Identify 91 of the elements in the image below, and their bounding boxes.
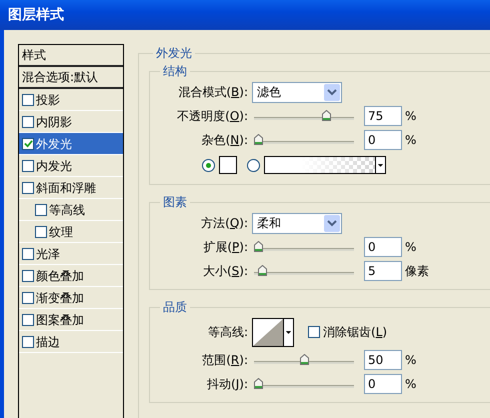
field-label: 混合模式(B): bbox=[178, 85, 248, 99]
style-item[interactable]: 斜面和浮雕 bbox=[19, 177, 123, 199]
dropdown[interactable]: 柔和 bbox=[252, 212, 342, 234]
unit-label: 像素 bbox=[405, 263, 429, 280]
slider-thumb[interactable] bbox=[300, 354, 308, 365]
field-label: 扩展(P): bbox=[203, 240, 248, 254]
checkbox[interactable] bbox=[22, 160, 34, 172]
checkbox[interactable] bbox=[22, 138, 34, 150]
value-field[interactable]: 0 bbox=[364, 237, 402, 257]
radio-button[interactable] bbox=[202, 158, 215, 172]
style-item[interactable]: 光泽 bbox=[19, 243, 123, 265]
checkbox[interactable] bbox=[35, 204, 47, 216]
style-item[interactable]: 混合选项:默认 bbox=[19, 67, 123, 89]
checkbox[interactable] bbox=[22, 336, 34, 348]
slider[interactable] bbox=[254, 134, 354, 146]
unit-label: % bbox=[405, 108, 416, 125]
value-field[interactable]: 5 bbox=[364, 261, 402, 281]
checkbox[interactable] bbox=[35, 226, 47, 238]
style-item[interactable]: 外发光 bbox=[19, 133, 123, 155]
slider[interactable] bbox=[254, 354, 354, 366]
style-item[interactable]: 纹理 bbox=[19, 221, 123, 243]
style-label: 内阴影 bbox=[36, 114, 72, 130]
field-label: 不透明度(O): bbox=[177, 109, 248, 123]
checkbox[interactable] bbox=[308, 326, 320, 338]
dropdown[interactable]: 滤色 bbox=[252, 82, 342, 102]
slider[interactable] bbox=[254, 265, 354, 277]
chevron-down-icon bbox=[324, 214, 340, 232]
value-field[interactable]: 75 bbox=[364, 106, 402, 126]
field-label: 杂色(N): bbox=[202, 133, 248, 147]
checkbox[interactable] bbox=[22, 292, 34, 304]
style-item[interactable]: 渐变叠加 bbox=[19, 287, 123, 309]
style-label: 斜面和浮雕 bbox=[36, 180, 96, 196]
slider-thumb[interactable] bbox=[322, 110, 332, 121]
style-label: 等高线 bbox=[49, 202, 85, 218]
style-label: 颜色叠加 bbox=[36, 268, 84, 284]
style-label: 描边 bbox=[36, 334, 60, 350]
slider-thumb[interactable] bbox=[254, 241, 263, 252]
group-title: 品质 bbox=[162, 299, 188, 316]
slider-thumb[interactable] bbox=[254, 378, 263, 389]
slider[interactable] bbox=[254, 110, 354, 122]
field-label: 大小(S): bbox=[202, 264, 248, 278]
slider[interactable] bbox=[254, 378, 354, 390]
style-label: 投影 bbox=[36, 92, 60, 108]
style-label: 图案叠加 bbox=[36, 312, 84, 328]
style-item[interactable]: 投影 bbox=[19, 89, 123, 111]
checkbox[interactable] bbox=[22, 94, 34, 106]
style-label: 纹理 bbox=[49, 224, 73, 240]
group-title: 图素 bbox=[162, 194, 188, 211]
value-field[interactable]: 0 bbox=[364, 130, 402, 150]
style-item[interactable]: 图案叠加 bbox=[19, 309, 123, 331]
value-field[interactable]: 50 bbox=[364, 350, 402, 370]
chevron-down-icon bbox=[324, 84, 340, 100]
field-label: 方法(Q): bbox=[201, 216, 248, 230]
unit-label: % bbox=[405, 132, 416, 149]
style-label: 样式 bbox=[22, 47, 46, 64]
checkbox[interactable] bbox=[22, 270, 34, 282]
group-title: 外发光 bbox=[155, 45, 193, 62]
style-label: 混合选项:默认 bbox=[22, 69, 98, 86]
value-field[interactable]: 0 bbox=[364, 374, 402, 394]
style-item[interactable]: 颜色叠加 bbox=[19, 265, 123, 287]
checkbox[interactable] bbox=[22, 248, 34, 260]
caret-down-icon bbox=[375, 157, 385, 173]
caret-down-icon bbox=[283, 318, 293, 346]
unit-label: % bbox=[405, 352, 416, 369]
slider-thumb[interactable] bbox=[254, 134, 263, 145]
checkbox-label: 消除锯齿(L) bbox=[323, 324, 388, 341]
checkbox[interactable] bbox=[22, 116, 34, 128]
group-title: 结构 bbox=[162, 63, 188, 80]
style-label: 外发光 bbox=[36, 136, 72, 152]
style-label: 渐变叠加 bbox=[36, 290, 84, 306]
unit-label: % bbox=[405, 376, 416, 393]
style-item[interactable]: 描边 bbox=[19, 331, 123, 353]
unit-label: % bbox=[405, 239, 416, 256]
checkbox[interactable] bbox=[22, 314, 34, 326]
style-item[interactable]: 内发光 bbox=[19, 155, 123, 177]
gradient-picker[interactable] bbox=[264, 156, 386, 174]
field-label: 等高线: bbox=[208, 325, 248, 339]
style-item[interactable]: 等高线 bbox=[19, 199, 123, 221]
checkbox[interactable] bbox=[22, 182, 34, 194]
slider[interactable] bbox=[254, 241, 354, 253]
field-label: 抖动(J): bbox=[207, 377, 248, 391]
contour-picker[interactable] bbox=[252, 318, 294, 346]
style-header[interactable]: 样式 bbox=[19, 45, 123, 67]
contour-curve-icon bbox=[253, 318, 283, 346]
radio-button[interactable] bbox=[247, 158, 260, 172]
window-title: 图层样式 bbox=[8, 6, 64, 24]
slider-thumb[interactable] bbox=[258, 265, 267, 276]
style-label: 光泽 bbox=[36, 246, 60, 262]
color-swatch[interactable] bbox=[219, 156, 237, 174]
style-label: 内发光 bbox=[36, 158, 72, 174]
field-label: 范围(R): bbox=[202, 353, 248, 367]
